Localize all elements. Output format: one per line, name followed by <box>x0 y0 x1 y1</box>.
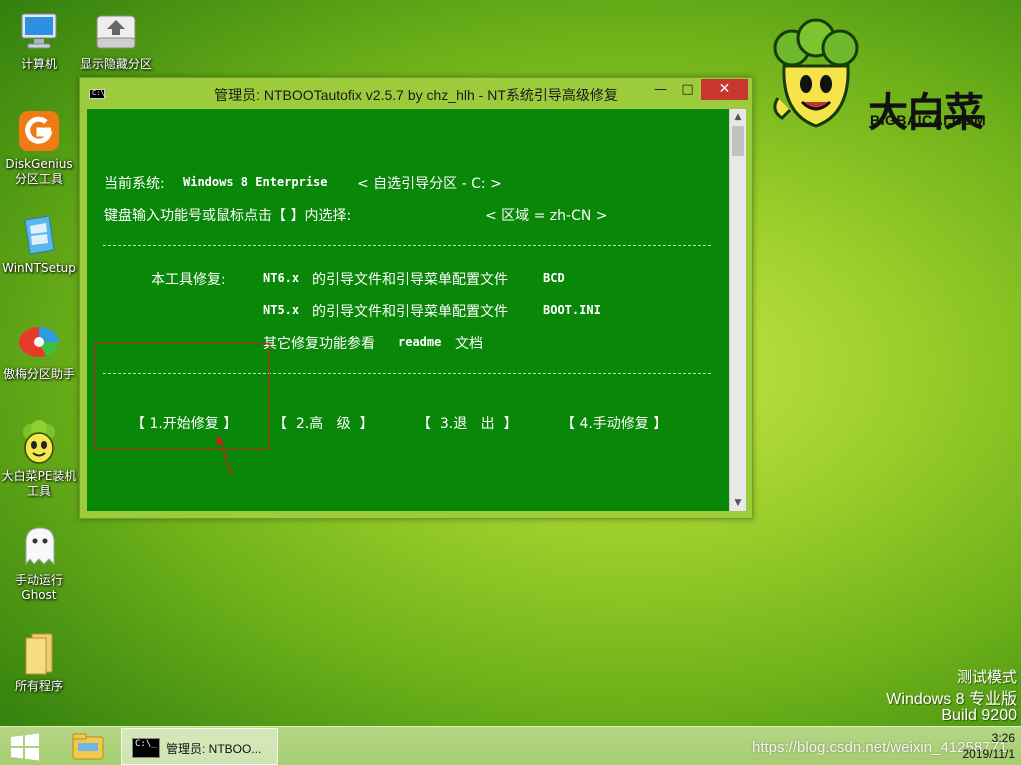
start-button[interactable] <box>0 727 52 765</box>
desktop-icon-diskgenius[interactable]: DiskGenius 分区工具 <box>0 108 78 187</box>
build-watermark: Build 9200 <box>941 707 1017 724</box>
nt6-version: NT6.x <box>263 271 300 285</box>
desktop-icon-label: 所有程序 <box>14 679 63 693</box>
nt6-description: 的引导文件和引导菜单配置文件 <box>312 272 508 288</box>
taskbar: C:\_ 管理员: NTBOO... https://blog.csdn.net… <box>0 726 1021 765</box>
clock-time: 3:26 <box>991 731 1015 745</box>
desktop-icon-label: 傲梅分区助手 <box>2 367 75 381</box>
desktop-icon-all-programs[interactable]: 所有程序 <box>0 630 78 694</box>
console-task-icon: C:\_ <box>132 738 160 758</box>
aomei-icon <box>16 318 62 364</box>
other-features-prefix: 其它修复功能参看 <box>263 336 375 352</box>
dabaicai-icon <box>16 420 62 466</box>
nt5-version: NT5.x <box>263 303 300 317</box>
logo-brand: 大白菜 <box>868 90 984 136</box>
os-edition-watermark: Windows 8 专业版 <box>886 691 1017 708</box>
other-features-suffix: 文档 <box>455 336 483 352</box>
console-area: 当前系统: Windows 8 Enterprise < 自选引导分区 - C:… <box>87 109 746 511</box>
desktop-icon-label: 手动运行 Ghost <box>14 573 63 602</box>
desktop-icon-label: DiskGenius 分区工具 <box>5 157 73 186</box>
logo-brand-sub: BIGBAICAI.COM <box>870 112 987 128</box>
computer-icon <box>16 8 62 54</box>
taskbar-clock[interactable]: 3:26 2019/11/1 <box>963 730 1016 762</box>
desktop-icon-computer[interactable]: 计算机 <box>0 8 78 72</box>
desktop-icon-label: WinNTSetup <box>2 261 76 275</box>
desktop-icon-winntsetup[interactable]: WinNTSetup <box>0 212 78 276</box>
nt5-description: 的引导文件和引导菜单配置文件 <box>312 304 508 320</box>
file-explorer-icon <box>72 733 104 760</box>
minimize-button[interactable]: — <box>647 79 674 100</box>
diskgenius-icon <box>16 108 62 154</box>
repair-intro-label: 本工具修复: <box>151 272 226 288</box>
folder-icon <box>16 630 62 676</box>
function-prompt: 键盘输入功能号或鼠标点击【 】内选择: <box>104 208 352 224</box>
boot-partition-selector[interactable]: < 自选引导分区 - C: > <box>357 173 502 193</box>
dabaicai-logo: 大白菜 BIGBAICAI.COM <box>764 18 1004 136</box>
desktop-icon-label: 计算机 <box>20 57 57 71</box>
scroll-up-arrow-icon[interactable]: ▲ <box>730 109 746 125</box>
windows-logo-icon <box>11 733 39 761</box>
mascot-logo-icon <box>773 18 859 128</box>
desktop-icon-ghost[interactable]: 手动运行 Ghost <box>0 524 78 603</box>
taskbar-task-label: 管理员: NTBOO... <box>166 742 262 756</box>
nt6-file: BCD <box>543 271 565 285</box>
readme-reference: readme <box>398 335 442 349</box>
desktop-icon-dabaicai-pe[interactable]: 大白菜PE装机 工具 <box>0 420 78 499</box>
winntsetup-icon <box>16 212 62 258</box>
scrollbar-thumb[interactable] <box>732 126 744 156</box>
desktop-icon-show-hidden-partition[interactable]: 显示隐藏分区 <box>77 8 155 72</box>
desktop-icon-label: 显示隐藏分区 <box>79 57 152 71</box>
region-selector[interactable]: < 区域 = zh-CN > <box>485 205 608 225</box>
current-system-value: Windows 8 Enterprise <box>183 175 328 189</box>
taskbar-task-ntbootautofix[interactable]: C:\_ 管理员: NTBOO... <box>121 728 278 765</box>
ntbootautofix-window: C:\_ 管理员: NTBOOTautofix v2.5.7 by chz_hl… <box>79 77 753 519</box>
ghost-icon <box>16 524 62 570</box>
window-titlebar[interactable]: C:\_ 管理员: NTBOOTautofix v2.5.7 by chz_hl… <box>80 78 752 108</box>
divider-top <box>103 245 711 246</box>
desktop-icon-label: 大白菜PE装机 工具 <box>1 469 77 498</box>
taskbar-file-explorer[interactable] <box>60 729 116 764</box>
test-mode-watermark: 测试模式 <box>956 669 1017 686</box>
partition-icon <box>93 8 139 54</box>
clock-date: 2019/11/1 <box>962 747 1016 761</box>
close-button[interactable]: ✕ <box>701 79 748 100</box>
exit-button[interactable]: 【 3.退 出 】 <box>417 413 518 433</box>
desktop-icon-aomei[interactable]: 傲梅分区助手 <box>0 318 78 382</box>
maximize-button[interactable]: □ <box>674 79 701 100</box>
nt5-file: BOOT.INI <box>543 303 601 317</box>
scroll-down-arrow-icon[interactable]: ▼ <box>730 495 746 511</box>
console-scrollbar[interactable]: ▲ ▼ <box>729 109 746 511</box>
annotation-arrow-icon <box>216 435 233 477</box>
system-tray: https://blog.csdn.net/weixin_41258771 3:… <box>747 727 1021 765</box>
advanced-button[interactable]: 【 2.高 级 】 <box>273 413 374 433</box>
annotation-highlight-box <box>94 343 270 449</box>
manual-repair-button[interactable]: 【 4.手动修复 】 <box>561 413 667 433</box>
current-system-label: 当前系统: <box>104 176 165 192</box>
